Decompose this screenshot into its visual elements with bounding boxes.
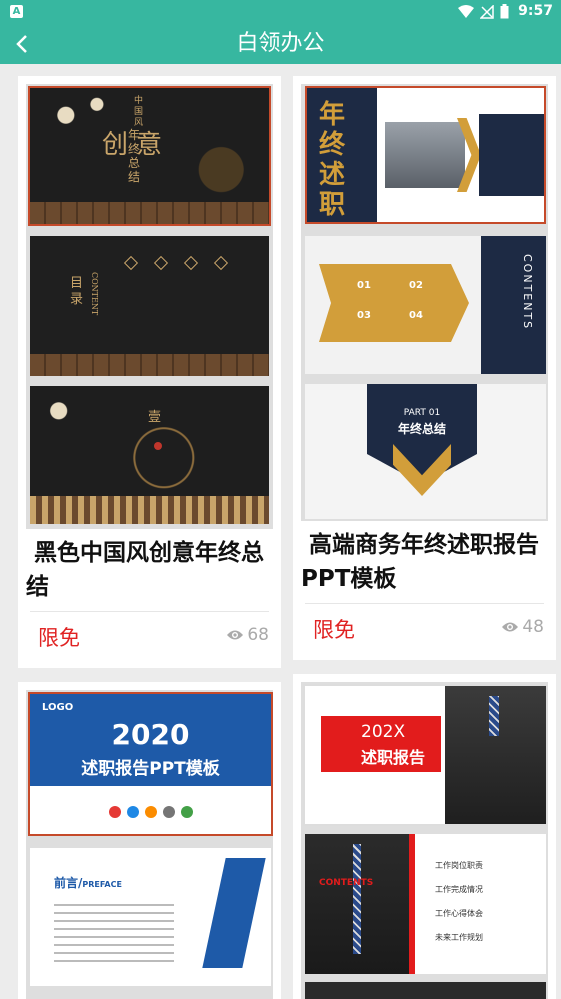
view-count-value: 68 (247, 625, 269, 645)
slide-preview: 202X 述职报告 (303, 684, 548, 826)
slide-contents-label: CONTENTS (319, 878, 374, 888)
view-count-value: 48 (522, 617, 544, 637)
slide-item: 03 (357, 310, 371, 321)
card-footer: 限免 68 (30, 611, 269, 659)
slide-number-char: 壹 (148, 410, 162, 425)
template-title: 高端商务年终述职报告PPT模板 (301, 532, 539, 592)
slide-logo: LOGO (42, 702, 74, 713)
slide-item: 02 (409, 280, 423, 291)
page-title: 白领办公 (236, 31, 325, 56)
app-bar: 白领办公 (0, 24, 561, 64)
system-icons (458, 4, 509, 19)
template-thumbnail: 中国风 创意 年终总结 目录 CONTENT 壹 (26, 84, 273, 529)
slide-preview: 目录 CONTENT (30, 236, 269, 376)
slide-preview: CONTENTS 工作岗位职责 工作完成情况 工作心得体会 未来工作规划 (305, 834, 546, 974)
slide-item: 未来工作规划 (435, 933, 483, 942)
no-signal-icon (480, 4, 494, 19)
slide-part-label: PART 01 (403, 408, 441, 418)
template-card[interactable]: LOGO 2020 述职报告PPT模板 前言/PREFACE (18, 682, 281, 999)
clock: 9:57 (518, 3, 553, 19)
slide-section-title: 前言/ (54, 876, 83, 890)
template-grid: 中国风 创意 年终总结 目录 CONTENT 壹 黑色中国风创意年终总结 限免 … (0, 64, 561, 999)
view-count: 48 (501, 617, 544, 637)
slide-side-label: CONTENTS (521, 254, 534, 331)
slide-headline: 述职报告 (361, 748, 426, 767)
slide-item: 01 (357, 280, 371, 291)
slide-item: 工作心得体会 (435, 909, 483, 918)
slide-preview: PART 01 年终总结 (305, 384, 546, 519)
slide-preview: 壹 (30, 386, 269, 524)
slide-item: 工作完成情况 (435, 885, 483, 894)
slide-item: 工作岗位职责 (435, 861, 483, 870)
eye-icon (227, 630, 244, 640)
app-notification-icon: A (10, 5, 23, 18)
price-tag: 限免 (38, 626, 80, 650)
eye-icon (502, 622, 519, 632)
slide-section-title: 年终总结 (397, 422, 446, 436)
slide-preview: 年终述职 (305, 86, 546, 224)
template-thumbnail: LOGO 2020 述职报告PPT模板 前言/PREFACE (26, 690, 273, 999)
template-card[interactable]: 202X 述职报告 CONTENTS 工作岗位职责 工作完成情况 工作心得体会 … (293, 674, 556, 999)
card-footer: 限免 48 (305, 603, 544, 651)
template-thumbnail: 年终述职 CONTENTS 01 02 03 04 PART 01 年终总结 (301, 84, 548, 521)
view-count: 68 (226, 625, 269, 645)
slide-preview: LOGO 2020 述职报告PPT模板 (28, 692, 273, 836)
slide-section-en: PREFACE (82, 880, 122, 889)
slide-item: 04 (409, 310, 423, 321)
battery-icon (500, 4, 509, 19)
template-card[interactable]: 中国风 创意 年终总结 目录 CONTENT 壹 黑色中国风创意年终总结 限免 … (18, 76, 281, 668)
status-bar: A 9:57 (0, 0, 561, 24)
slide-vertical-text: 年终总结 (128, 128, 141, 184)
slide-preview: 中国风 创意 年终总结 (28, 86, 271, 226)
template-title: 黑色中国风创意年终总结 (26, 540, 264, 600)
slide-toc-title: 目录 (70, 276, 84, 307)
slide-headline: 年终述职 (319, 100, 346, 220)
template-card[interactable]: 年终述职 CONTENTS 01 02 03 04 PART 01 年终总结 高… (293, 76, 556, 660)
template-thumbnail: 202X 述职报告 CONTENTS 工作岗位职责 工作完成情况 工作心得体会 … (301, 682, 548, 999)
price-tag: 限免 (313, 618, 355, 642)
slide-toc-en: CONTENT (90, 272, 99, 316)
slide-year: 2020 (111, 718, 190, 751)
slide-year: 202X (361, 722, 406, 742)
slide-preview: 前言/PREFACE (30, 848, 271, 986)
slide-preview (305, 982, 546, 999)
wifi-icon (458, 4, 474, 18)
slide-subtitle: 述职报告PPT模板 (81, 759, 220, 779)
slide-preview: CONTENTS 01 02 03 04 (305, 236, 546, 374)
